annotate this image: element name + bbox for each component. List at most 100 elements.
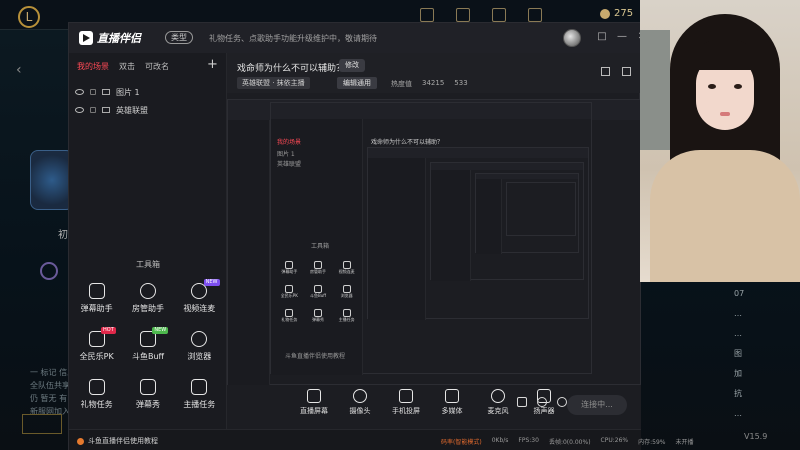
minimize-button[interactable]: — [617,31,627,43]
tool-label: 房管助手 [131,304,164,313]
gift-icon [285,309,294,317]
nested-header [368,148,588,158]
nested-tab: 我的场景 [277,139,302,146]
nested-window-1: 我的场景 图片 1 英雄联盟 工具箱 戏命师为什么不可以辅助？ 弹幕助手 房管助… [227,99,641,385]
app-logo: 直播伴侣 [79,30,141,46]
tool-label: 主播任务 [183,400,216,409]
tool-pk[interactable]: HOT 全民乐PK [71,327,122,365]
stream-controls [517,397,567,407]
tool-video-link[interactable]: NEW 视频连麦 [174,279,225,317]
live-status: 未开播 [675,439,694,446]
timer-icon[interactable] [537,397,547,407]
source-toolbar: 直播屏幕 摄像头 手机投屏 多媒体 麦克风 扬声器 连接中... [227,385,641,429]
tab-double-click[interactable]: 双击 [119,61,135,72]
category-tag[interactable]: 英雄联盟 · 抹依主播 [237,77,310,89]
gift-icon [88,379,105,395]
back-chevron-icon[interactable]: ‹ [16,62,22,78]
nested-window-4 [430,162,584,281]
crossed-swords-icon[interactable] [492,8,506,22]
tool-danmaku-show[interactable]: 弹幕秀 [122,379,173,413]
eye-icon[interactable] [75,107,84,113]
scene-list: 图片 1 英雄联盟 [75,83,221,119]
mini-tool: 主播任务 [332,309,361,323]
maximize-button[interactable]: □ [597,31,607,43]
source-label: 多媒体 [441,407,463,415]
webcam-person-bangs [692,40,758,70]
start-live-button[interactable]: 连接中... [567,395,627,415]
play-logo-icon [79,31,93,45]
webcam-eye [734,84,742,89]
source-label: 麦克风 [487,407,509,415]
layout-icon[interactable] [601,67,610,76]
coin-icon [600,8,610,19]
mini-tool: 浏览器 [332,285,361,299]
add-scene-button[interactable]: + [207,57,218,72]
nested-window-6 [506,182,576,236]
scene-item-label: 英雄联盟 [116,105,148,115]
mic-button[interactable]: 麦克风 [481,389,515,416]
tutorial-link[interactable]: 斗鱼直播伴侣使用教程 [77,436,158,446]
eye-icon[interactable] [75,89,84,95]
nested-window-5 [475,173,579,254]
bitrate-value: 0Kb/s [491,437,509,444]
pk-icon [285,285,294,293]
mic-icon [491,389,505,403]
drop-frames-value: 丢帧:0(0.00%) [548,439,591,446]
mini-tool: 礼物任务 [275,309,304,323]
edit-title-button[interactable]: 修改 [339,59,365,72]
pin-icon[interactable] [622,67,631,76]
nested-window-2: 我的场景 图片 1 英雄联盟 工具箱 戏命师为什么不可以辅助？ 弹幕助手 房管助… [270,102,592,375]
tool-gift-task[interactable]: 礼物任务 [71,379,122,413]
add-screen-button[interactable]: 直播屏幕 [297,389,331,416]
nested-scene: 英雄联盟 [277,161,302,168]
stream-metrics: 码率(智能模式) 0Kb/s FPS:30 丢帧:0(0.00%) CPU:26… [441,437,693,446]
nested-header [431,163,583,170]
add-media-button[interactable]: 多媒体 [435,389,469,416]
nested-sidebar [476,179,502,254]
tool-room-manager[interactable]: 房管助手 [122,283,173,317]
trophy-icon[interactable] [456,8,470,22]
side-chat-line: 抗 [734,389,742,398]
game-chat-input[interactable] [22,414,62,434]
mini-tool-label: 礼物任务 [281,317,298,322]
collection-icon[interactable] [528,8,542,22]
mini-tool-label: 全民乐PK [280,293,298,298]
scene-item[interactable]: 图片 1 [75,83,221,101]
lock-icon[interactable] [90,89,96,95]
settings-gear-icon[interactable] [557,397,567,407]
shop-icon[interactable] [420,8,434,22]
tool-douyu-buff[interactable]: NEW 斗鱼Buff [122,327,173,365]
chat-icon [88,283,105,299]
record-icon[interactable] [517,397,527,407]
scene-item[interactable]: 英雄联盟 [75,101,221,119]
mini-tool: 斗鱼Buff [304,285,333,299]
add-phone-button[interactable]: 手机投屏 [389,389,423,416]
side-chat-line: … [734,329,742,338]
tool-streamer-task[interactable]: 主播任务 [174,379,225,413]
task-icon [191,379,208,395]
type-badge[interactable]: 类型 [165,31,193,44]
side-chat-lines: 07 … … 图 加 抗 … [734,284,744,424]
nested-sidebar [368,158,426,320]
tool-danmaku-assistant[interactable]: 弹幕助手 [71,283,122,317]
tab-rename[interactable]: 可改名 [145,61,169,72]
user-avatar[interactable] [563,29,581,47]
stream-preview[interactable]: 我的场景 图片 1 英雄联盟 工具箱 戏命师为什么不可以辅助？ 弹幕助手 房管助… [227,99,641,385]
nested-window-3 [367,147,589,320]
notice-icon [77,437,84,445]
tab-my-scenes[interactable]: 我的场景 [77,61,109,72]
lock-icon[interactable] [90,107,96,113]
add-camera-button[interactable]: 摄像头 [343,389,377,416]
edit-general-button[interactable]: 编辑通用 [337,77,377,89]
nested-sidebar [228,120,270,385]
screen-icon [307,389,321,403]
mini-tool-label: 房管助手 [309,269,326,274]
danmaku-show-icon [313,309,322,317]
client-version: V15.9 [744,432,768,441]
phone-icon [399,389,413,403]
nested-scene: 图片 1 [277,151,295,158]
stream-stats: 热度值 34215 533 [391,79,468,89]
tool-browser[interactable]: 浏览器 [174,331,225,365]
scene-item-label: 图片 1 [116,87,140,97]
bitrate-mode[interactable]: 码率(智能模式) [441,437,482,446]
